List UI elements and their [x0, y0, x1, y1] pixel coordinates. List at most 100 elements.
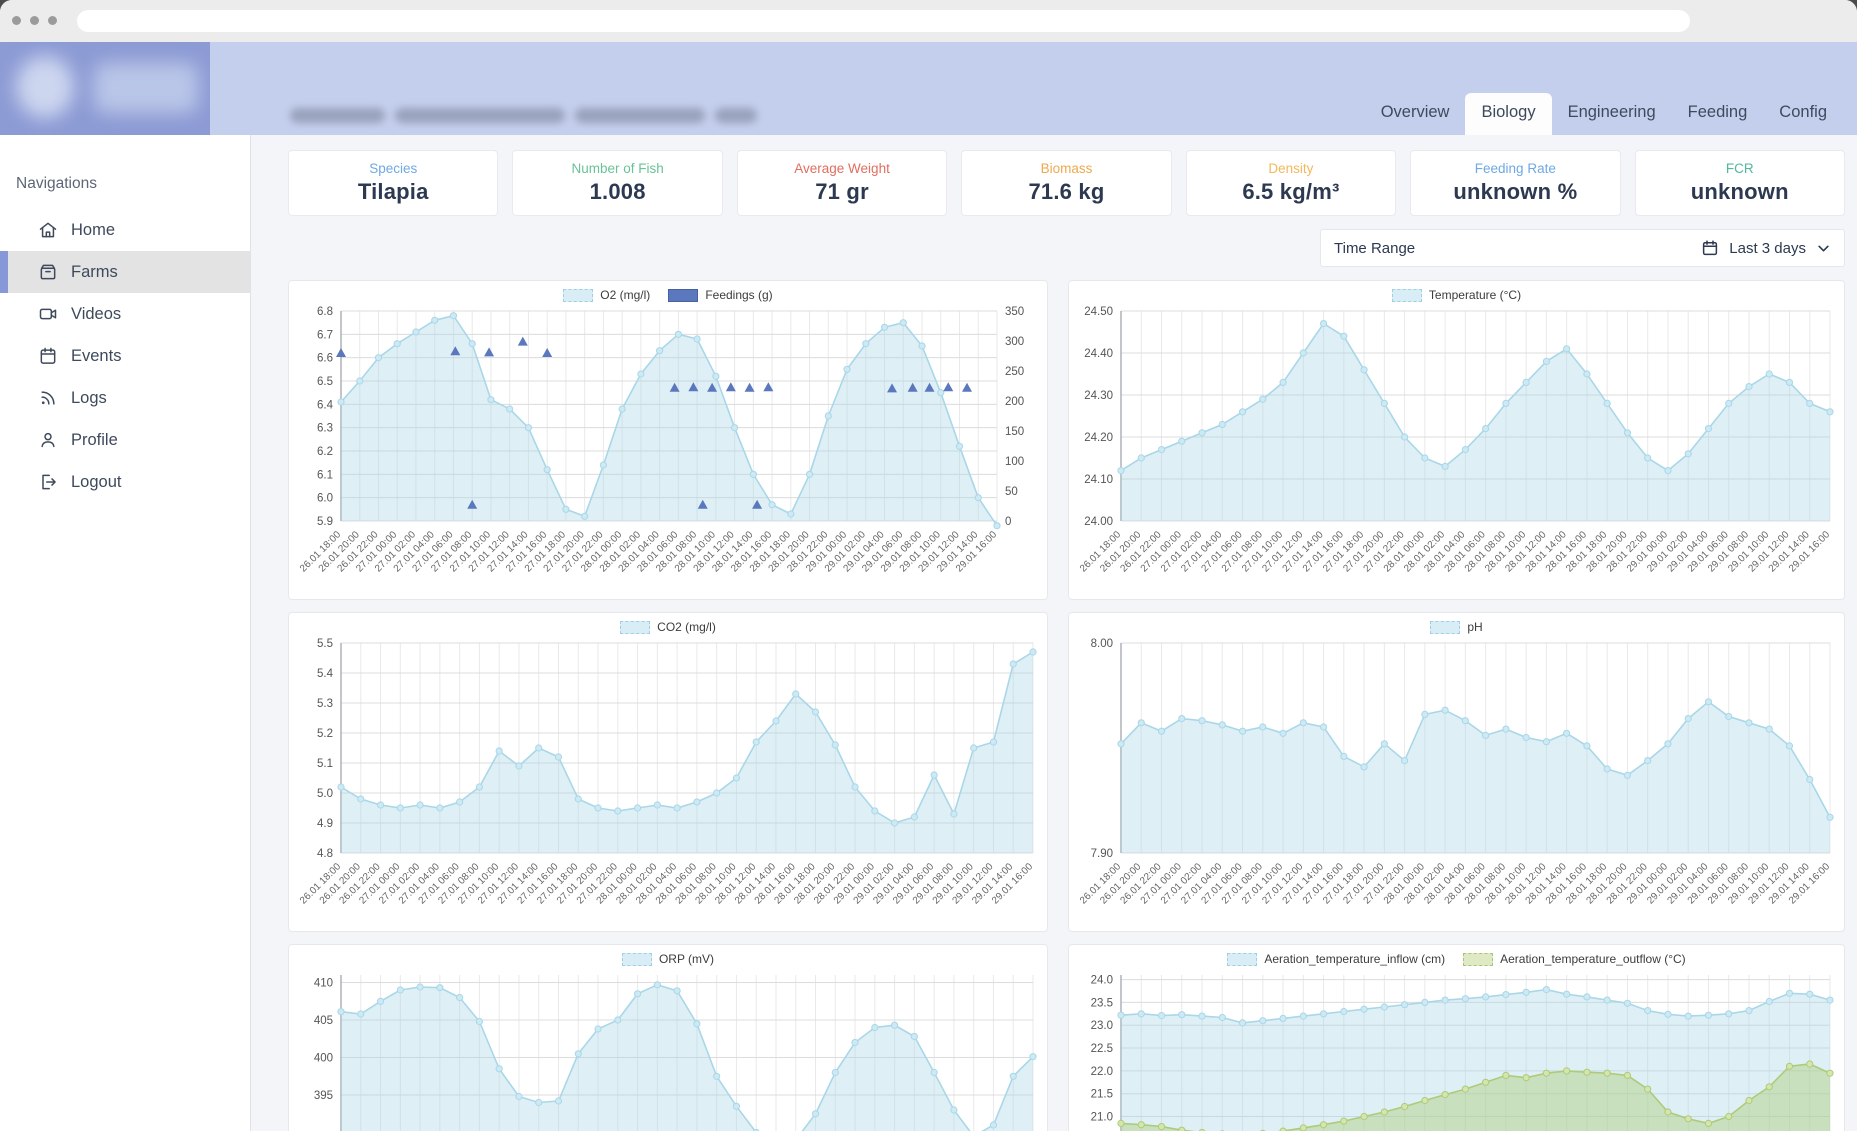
stat-card-average-weight: Average Weight 71 gr: [737, 150, 947, 216]
time-range-picker[interactable]: Time Range Last 3 days: [1320, 229, 1845, 267]
browser-window: OverviewBiologyEngineeringFeedingConfig …: [0, 0, 1857, 1131]
svg-text:29.01 00:00: 29.01 00:00: [832, 861, 877, 906]
tab-engineering[interactable]: Engineering: [1552, 93, 1672, 135]
legend-item[interactable]: Temperature (°C): [1392, 288, 1521, 302]
sidebar-item-videos[interactable]: Videos: [0, 293, 250, 335]
svg-text:5.2: 5.2: [317, 728, 333, 740]
legend-label: Feedings (g): [705, 288, 772, 302]
legend-item[interactable]: Aeration_temperature_outflow (°C): [1463, 952, 1686, 966]
svg-text:27.01 22:00: 27.01 22:00: [1362, 861, 1407, 906]
stat-label: Density: [1187, 161, 1395, 176]
svg-text:24.0: 24.0: [1091, 975, 1113, 987]
svg-text:29.01 00:00: 29.01 00:00: [804, 529, 849, 574]
tab-feeding[interactable]: Feeding: [1672, 93, 1764, 135]
chart-legend: Temperature (°C): [1069, 288, 1844, 302]
svg-text:29.01 14:00: 29.01 14:00: [1767, 861, 1812, 906]
svg-text:27.01 10:00: 27.01 10:00: [448, 529, 493, 574]
svg-text:28.01 08:00: 28.01 08:00: [1463, 529, 1508, 574]
svg-text:27.01 18:00: 27.01 18:00: [535, 861, 580, 906]
chart-legend: ORP (mV): [289, 952, 1047, 966]
svg-text:27.01 00:00: 27.01 00:00: [1139, 529, 1184, 574]
svg-text:29.01 02:00: 29.01 02:00: [852, 861, 897, 906]
svg-text:29.01 10:00: 29.01 10:00: [931, 861, 976, 906]
stat-card-biomass: Biomass71.6 kg: [961, 150, 1171, 216]
charts-grid: O2 (mg/l)Feedings (g)6.86.76.66.56.46.36…: [288, 280, 1845, 1131]
sidebar-item-label: Events: [71, 347, 121, 366]
tab-overview[interactable]: Overview: [1365, 93, 1466, 135]
chart-aeration-temperature: Aeration_temperature_inflow (cm) Aeration…: [1068, 944, 1845, 1131]
svg-text:27.01 02:00: 27.01 02:00: [1159, 529, 1204, 574]
stat-value: 6.5 kg/m³: [1187, 179, 1395, 205]
sidebar-item-farms[interactable]: Farms: [0, 251, 250, 293]
svg-text:27.01 12:00: 27.01 12:00: [476, 861, 521, 906]
sidebar-item-home[interactable]: Home: [0, 209, 250, 251]
svg-text:27.01 14:00: 27.01 14:00: [1281, 529, 1326, 574]
svg-text:24.30: 24.30: [1084, 390, 1113, 402]
svg-text:28.01 16:00: 28.01 16:00: [1544, 861, 1589, 906]
svg-text:27.01 22:00: 27.01 22:00: [1362, 529, 1407, 574]
svg-text:26.01 20:00: 26.01 20:00: [317, 529, 362, 574]
stat-value: 71 gr: [738, 179, 946, 205]
sidebar-item-profile[interactable]: Profile: [0, 419, 250, 461]
svg-text:300: 300: [1005, 336, 1024, 348]
calendar-icon: [38, 346, 58, 366]
stat-label: Average Weight: [738, 161, 946, 176]
sidebar-nav: HomeFarmsVideos Events Logs ProfileLogout: [0, 209, 250, 503]
svg-text:29.01 04:00: 29.01 04:00: [871, 861, 916, 906]
svg-text:22.5: 22.5: [1091, 1043, 1113, 1055]
chart-ph: pH8.007.9026.01 18:0026.01 20:0026.01 22…: [1068, 612, 1845, 932]
svg-text:7.90: 7.90: [1091, 848, 1113, 860]
tab-biology[interactable]: Biology: [1465, 93, 1551, 135]
svg-text:26.01 22:00: 26.01 22:00: [1119, 529, 1164, 574]
svg-text:28.01 04:00: 28.01 04:00: [1422, 861, 1467, 906]
svg-text:27.01 04:00: 27.01 04:00: [1179, 529, 1224, 574]
svg-text:27.01 10:00: 27.01 10:00: [1240, 529, 1285, 574]
stat-label: Number of Fish: [513, 161, 721, 176]
browser-chrome: [0, 0, 1857, 42]
window-control-icon[interactable]: [30, 16, 39, 25]
sidebar-item-logout[interactable]: Logout: [0, 461, 250, 503]
svg-text:27.01 18:00: 27.01 18:00: [1321, 861, 1366, 906]
svg-text:28.01 22:00: 28.01 22:00: [812, 861, 857, 906]
svg-text:29.01 08:00: 29.01 08:00: [879, 529, 924, 574]
sidebar-item-logs[interactable]: Logs: [0, 377, 250, 419]
legend-item[interactable]: CO2 (mg/l): [620, 620, 716, 634]
stat-card-density: Density 6.5 kg/m³: [1186, 150, 1396, 216]
chart-canvas-ph: 8.007.9026.01 18:0026.01 20:0026.01 22:0…: [1069, 613, 1845, 932]
svg-text:29.01 12:00: 29.01 12:00: [1746, 529, 1791, 574]
svg-text:22.0: 22.0: [1091, 1066, 1113, 1078]
chart-canvas-temperature: 24.5024.4024.3024.2024.1024.0026.01 18:0…: [1069, 281, 1845, 600]
svg-text:27.01 22:00: 27.01 22:00: [560, 529, 605, 574]
svg-text:400: 400: [314, 1053, 333, 1065]
svg-text:23.5: 23.5: [1091, 997, 1113, 1009]
legend-item[interactable]: O2 (mg/l): [563, 288, 650, 302]
svg-text:29.01 14:00: 29.01 14:00: [935, 529, 980, 574]
svg-text:24.40: 24.40: [1084, 348, 1113, 360]
legend-item[interactable]: pH: [1430, 620, 1482, 634]
window-control-icon[interactable]: [48, 16, 57, 25]
svg-text:28.01 18:00: 28.01 18:00: [1564, 529, 1609, 574]
svg-text:28.01 16:00: 28.01 16:00: [753, 861, 798, 906]
svg-text:29.01 06:00: 29.01 06:00: [1686, 529, 1731, 574]
svg-text:29.01 10:00: 29.01 10:00: [1726, 529, 1771, 574]
svg-text:250: 250: [1005, 366, 1024, 378]
sidebar: Navigations HomeFarmsVideosEventsLogsPro…: [0, 135, 251, 1131]
svg-text:5.5: 5.5: [317, 638, 333, 650]
breadcrumb: [290, 108, 757, 123]
stats-row: SpeciesTilapiaNumber of Fish1.008Average…: [288, 150, 1845, 216]
legend-item[interactable]: ORP (mV): [622, 952, 714, 966]
legend-item[interactable]: Aeration_temperature_inflow (cm): [1227, 952, 1445, 966]
tab-config[interactable]: Config: [1763, 93, 1843, 135]
legend-item[interactable]: Feedings (g): [668, 288, 772, 302]
svg-text:4.8: 4.8: [317, 848, 333, 860]
legend-label: Aeration_temperature_inflow (cm): [1264, 952, 1445, 966]
url-bar[interactable]: [77, 10, 1690, 32]
svg-text:27.01 02:00: 27.01 02:00: [1159, 861, 1204, 906]
svg-text:27.01 04:00: 27.01 04:00: [1179, 861, 1224, 906]
window-control-icon[interactable]: [12, 16, 21, 25]
sidebar-item-label: Logs: [71, 389, 107, 408]
svg-text:27.01 08:00: 27.01 08:00: [429, 529, 474, 574]
sidebar-item-events[interactable]: Events: [0, 335, 250, 377]
svg-text:27.01 08:00: 27.01 08:00: [1220, 861, 1265, 906]
svg-text:29.01 00:00: 29.01 00:00: [1625, 861, 1670, 906]
